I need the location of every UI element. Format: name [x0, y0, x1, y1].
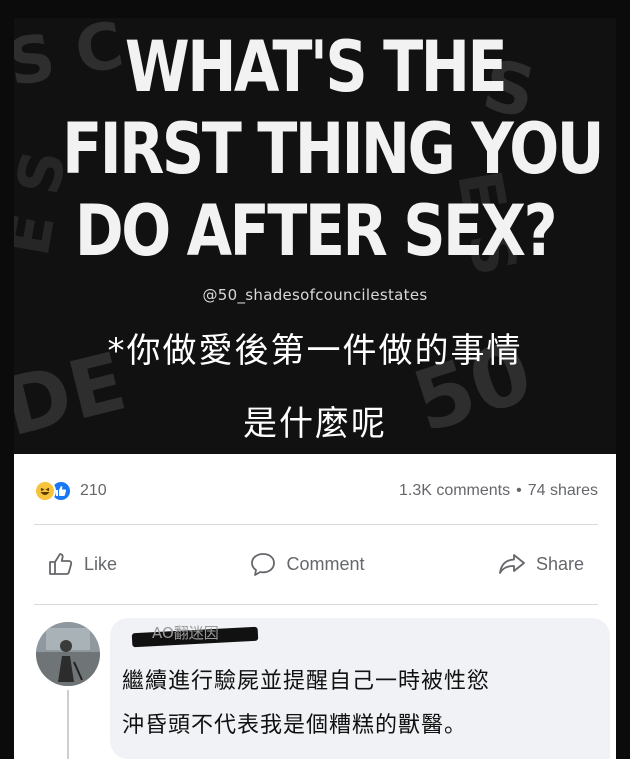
- watermark-text: AO翻迷因: [152, 624, 219, 642]
- chinese-translation-line: 是什麼呢: [243, 404, 387, 444]
- comment-line: 沖昏頭不代表我是個糟糕的獸醫。: [122, 713, 468, 738]
- meme-source-handle: @50_shadesofcouncilestates: [202, 286, 428, 304]
- comment-label: Comment: [286, 553, 365, 574]
- share-button[interactable]: Share: [484, 548, 598, 580]
- share-arrow-icon: [498, 552, 526, 576]
- reply-thread-line: [67, 690, 69, 759]
- shares-count-link[interactable]: 74 shares: [528, 482, 598, 500]
- like-button[interactable]: Like: [34, 548, 131, 580]
- commenter-name-redacted: AO翻迷因: [122, 622, 259, 648]
- post-action-bar: Like Comment Share: [34, 546, 598, 582]
- post-stats-bar: 210 1.3K comments • 74 shares: [34, 476, 598, 506]
- comment-line: 繼續進行驗屍並提醒自己一時被性慾: [122, 669, 491, 694]
- divider: [34, 604, 598, 605]
- reactions-summary[interactable]: 210: [34, 480, 107, 502]
- thumbs-up-icon: [48, 552, 74, 576]
- separator-dot: •: [516, 482, 522, 499]
- haha-reaction-icon: [34, 480, 56, 502]
- comments-count-link[interactable]: 1.3K comments: [399, 482, 510, 500]
- headline-line: WHAT'S THE: [124, 26, 508, 108]
- comment-bubble: AO翻迷因 繼續進行驗屍並提醒自己一時被性慾 沖昏頭不代表我是個糟糕的獸醫。: [110, 618, 610, 759]
- screenshot-frame: S C S DE 50 E S E S WHAT'S THE FIRST THI…: [0, 0, 630, 759]
- meme-image: S C S DE 50 E S E S WHAT'S THE FIRST THI…: [14, 18, 616, 454]
- divider: [34, 524, 598, 525]
- commenter-avatar[interactable]: [36, 622, 100, 686]
- engagement-counts: 1.3K comments • 74 shares: [399, 482, 598, 500]
- headline-line: FIRST THING YOU: [62, 108, 604, 190]
- like-label: Like: [84, 553, 118, 574]
- share-label: Share: [535, 553, 584, 574]
- comment-text: 繼續進行驗屍並提醒自己一時被性慾 沖昏頭不代表我是個糟糕的獸醫。: [122, 660, 602, 748]
- headline-line: DO AFTER SEX?: [74, 190, 558, 272]
- post-panel: 210 1.3K comments • 74 shares Like Comme…: [14, 454, 616, 759]
- reaction-count: 210: [80, 482, 107, 499]
- comment-button[interactable]: Comment: [236, 547, 378, 581]
- meme-headline: WHAT'S THE FIRST THING YOU DO AFTER SEX?: [62, 26, 604, 272]
- speech-bubble-icon: [250, 551, 276, 577]
- chinese-translation-line: *你做愛後第一件做的事情: [107, 331, 523, 371]
